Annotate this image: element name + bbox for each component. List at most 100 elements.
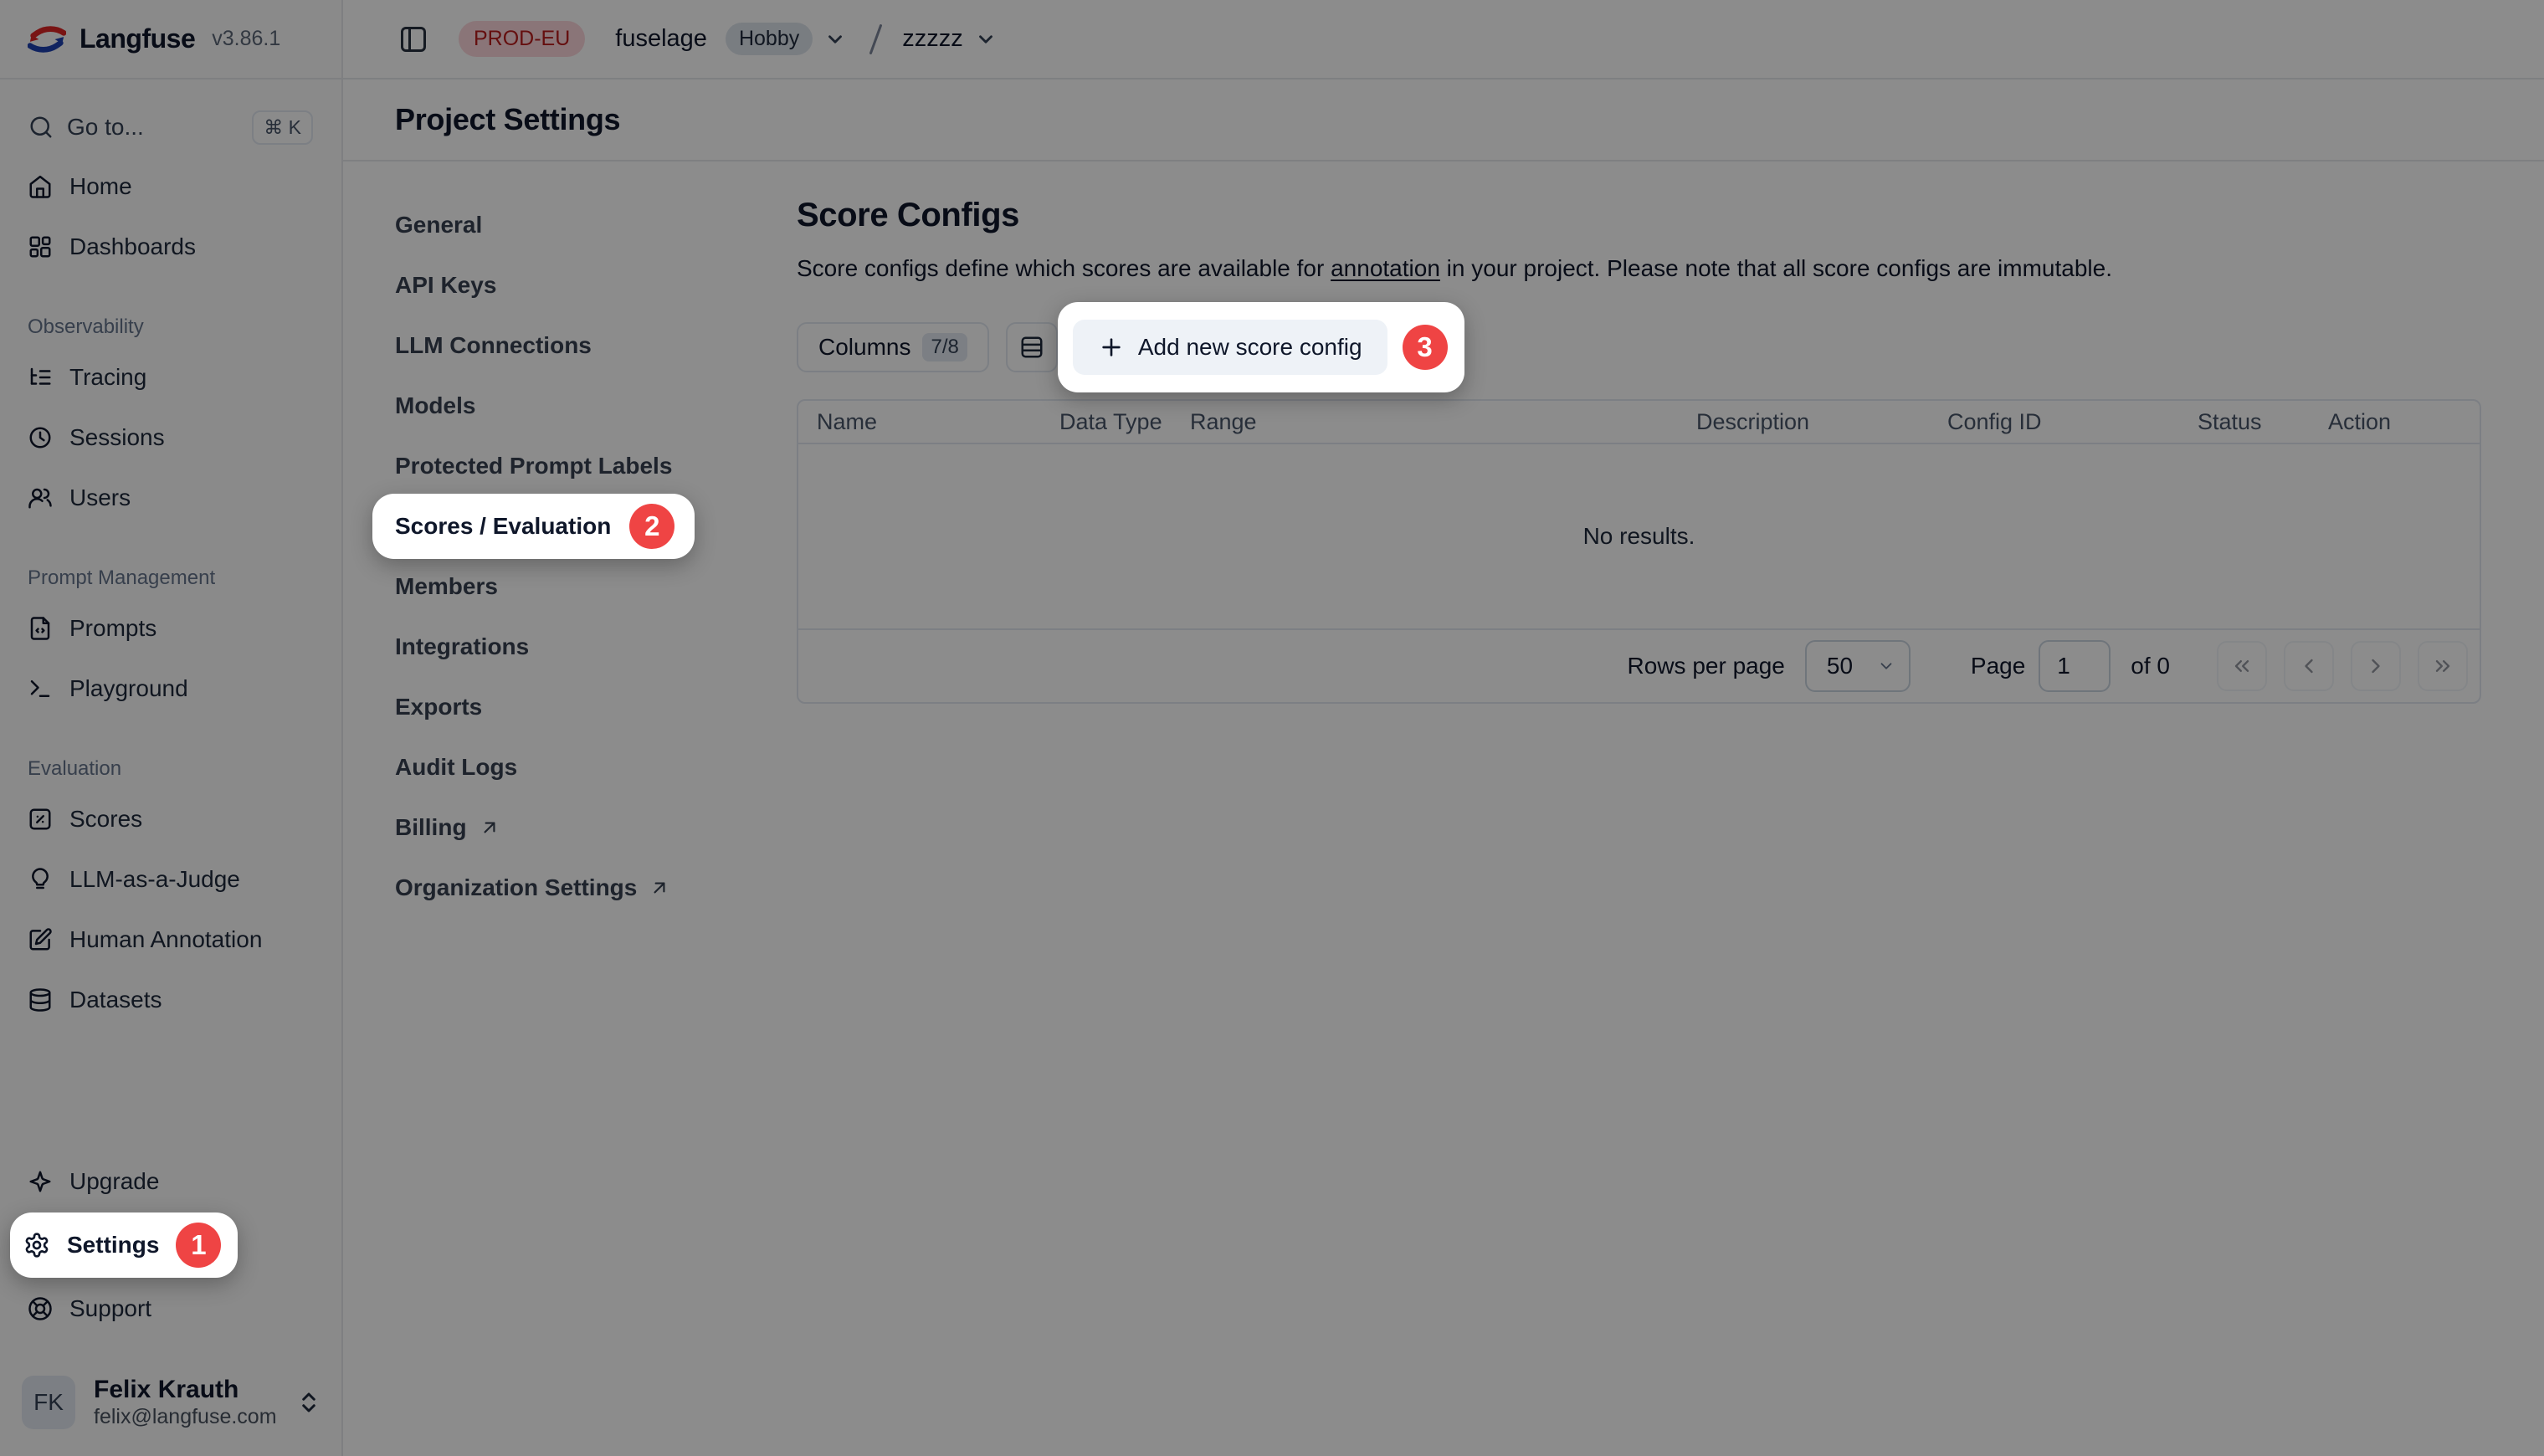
settings-nav-label: Exports <box>395 694 482 720</box>
columns-label: Columns <box>818 334 910 361</box>
square-pen-icon <box>28 927 53 952</box>
sidebar-item-scores[interactable]: Scores <box>0 789 341 849</box>
sidebar-item-sessions[interactable]: Sessions <box>0 408 341 468</box>
environment-badge: PROD-EU <box>459 21 585 57</box>
section-description: Score configs define which scores are av… <box>797 254 2481 284</box>
settings-nav-audit-logs[interactable]: Audit Logs <box>395 737 797 797</box>
step-badge-1: 1 <box>176 1223 221 1268</box>
settings-nav-members[interactable]: Members <box>395 556 797 617</box>
sidebar-item-dashboards[interactable]: Dashboards <box>0 217 341 277</box>
score-configs-table: NameData TypeRangeDescriptionConfig IDSt… <box>797 399 2481 704</box>
table-header-data-type: Data Type <box>1059 409 1190 435</box>
description-text: in your project. Please note that all sc… <box>1440 255 2112 281</box>
sidebar-item-label: Playground <box>69 675 188 702</box>
settings-nav-label: Audit Logs <box>395 754 517 781</box>
user-meta: Felix Krauth felix@langfuse.com <box>94 1376 277 1428</box>
settings-nav-exports[interactable]: Exports <box>395 677 797 737</box>
user-email: felix@langfuse.com <box>94 1405 277 1429</box>
users-icon <box>28 485 53 510</box>
arrow-up-right-icon <box>479 817 500 838</box>
project-chevron-down-icon[interactable] <box>975 28 997 50</box>
sidebar-item-label: Dashboards <box>69 233 196 260</box>
chevrons-right-icon <box>2431 654 2454 678</box>
logo-row: Langfuse v3.86.1 <box>0 0 341 79</box>
rows-per-page-label: Rows per page <box>1628 653 1785 679</box>
main-area: PROD-EU fuselage Hobby zzzzz Project Set… <box>343 0 2544 1456</box>
breadcrumb-project[interactable]: zzzzz <box>902 25 963 53</box>
settings-nav-label: Billing <box>395 814 467 841</box>
annotation-link[interactable]: annotation <box>1331 255 1440 281</box>
clock-icon <box>28 425 53 450</box>
search-icon <box>28 115 54 140</box>
sidebar-item-support[interactable]: Support <box>0 1279 341 1339</box>
org-chevron-down-icon[interactable] <box>824 28 846 50</box>
user-menu[interactable]: FK Felix Krauth felix@langfuse.com <box>22 1376 321 1429</box>
sidebar-item-datasets[interactable]: Datasets <box>0 970 341 1030</box>
goto-label: Go to... <box>67 114 144 141</box>
dashboard-icon <box>28 234 53 259</box>
settings-nav-billing[interactable]: Billing <box>395 797 797 858</box>
settings-nav-models[interactable]: Models <box>395 376 797 436</box>
sidebar: Langfuse v3.86.1 Go to... ⌘ K Home Dashbo… <box>0 0 343 1456</box>
sidebar-item-settings[interactable]: Settings 1 <box>10 1212 238 1278</box>
table-header-description: Description <box>1696 409 1947 435</box>
next-page-button[interactable] <box>2351 641 2401 691</box>
sidebar-item-playground[interactable]: Playground <box>0 659 341 719</box>
sidebar-section-label: Evaluation <box>0 749 341 789</box>
sidebar-item-tracing[interactable]: Tracing <box>0 347 341 408</box>
arrow-up-right-icon <box>649 877 670 899</box>
file-code-icon <box>28 616 53 641</box>
add-button-label: Add new score config <box>1138 334 1362 361</box>
settings-nav-organization-settings[interactable]: Organization Settings <box>395 858 797 918</box>
score-configs-section: Score Configs Score configs define which… <box>797 195 2481 1456</box>
lightbulb-icon <box>28 867 53 892</box>
settings-nav-label: LLM Connections <box>395 332 592 359</box>
terminal-icon <box>28 676 53 701</box>
sidebar-item-label: LLM-as-a-Judge <box>69 866 240 893</box>
table-toolbar: Columns 7/8 Add new score con <box>797 302 2481 392</box>
langfuse-logo-icon <box>28 24 66 54</box>
sidebar-item-human-annotation[interactable]: Human Annotation <box>0 910 341 970</box>
prev-page-button[interactable] <box>2284 641 2334 691</box>
goto-search[interactable]: Go to... ⌘ K <box>17 101 325 153</box>
settings-nav-llm-connections[interactable]: LLM Connections <box>395 315 797 376</box>
settings-nav-integrations[interactable]: Integrations <box>395 617 797 677</box>
settings-nav-label: Organization Settings <box>395 874 637 901</box>
brand-name: Langfuse <box>80 23 195 54</box>
settings-nav-general[interactable]: General <box>395 195 797 255</box>
last-page-button[interactable] <box>2418 641 2468 691</box>
sidebar-item-llm-as-a-judge[interactable]: LLM-as-a-Judge <box>0 849 341 910</box>
settings-nav-protected-prompt-labels[interactable]: Protected Prompt Labels <box>395 436 797 496</box>
sidebar-item-label: Upgrade <box>69 1168 159 1195</box>
sidebar-item-prompts[interactable]: Prompts <box>0 598 341 659</box>
settings-spotlight-row: Settings 1 <box>0 1212 341 1279</box>
row-height-button[interactable] <box>1006 322 1058 372</box>
sidebar-item-home[interactable]: Home <box>0 156 341 217</box>
settings-nav-active-pill[interactable]: Scores / Evaluation2 <box>372 494 695 559</box>
sidebar-item-label: Human Annotation <box>69 926 262 953</box>
sidebar-toggle-icon[interactable] <box>398 24 428 54</box>
settings-nav-scores-evaluation[interactable]: Scores / Evaluation2 <box>395 496 797 556</box>
rows-per-page-select[interactable]: 50 <box>1805 640 1911 692</box>
list-tree-icon <box>28 365 53 390</box>
rows-per-page-value: 50 <box>1827 653 1853 679</box>
step-badge-3: 3 <box>1403 325 1448 370</box>
table-header-row: NameData TypeRangeDescriptionConfig IDSt… <box>798 401 2480 444</box>
page-label: Page <box>1971 653 2025 679</box>
chevrons-left-icon <box>2230 654 2254 678</box>
first-page-button[interactable] <box>2217 641 2267 691</box>
gear-icon <box>23 1232 50 1259</box>
add-score-config-button[interactable]: Add new score config <box>1073 320 1387 375</box>
settings-nav-api-keys[interactable]: API Keys <box>395 255 797 315</box>
columns-button[interactable]: Columns 7/8 <box>797 322 989 372</box>
chevron-left-icon <box>2297 654 2321 678</box>
page-number-input[interactable] <box>2039 640 2111 692</box>
sidebar-section-label: Prompt Management <box>0 558 341 598</box>
sidebar-item-label: Prompts <box>69 615 156 642</box>
app-version: v3.86.1 <box>212 27 280 51</box>
database-icon <box>28 987 53 1013</box>
sidebar-item-upgrade[interactable]: Upgrade <box>0 1151 341 1212</box>
breadcrumb-org[interactable]: fuselage <box>615 25 707 53</box>
pager-buttons <box>2217 641 2468 691</box>
sidebar-item-users[interactable]: Users <box>0 468 341 528</box>
